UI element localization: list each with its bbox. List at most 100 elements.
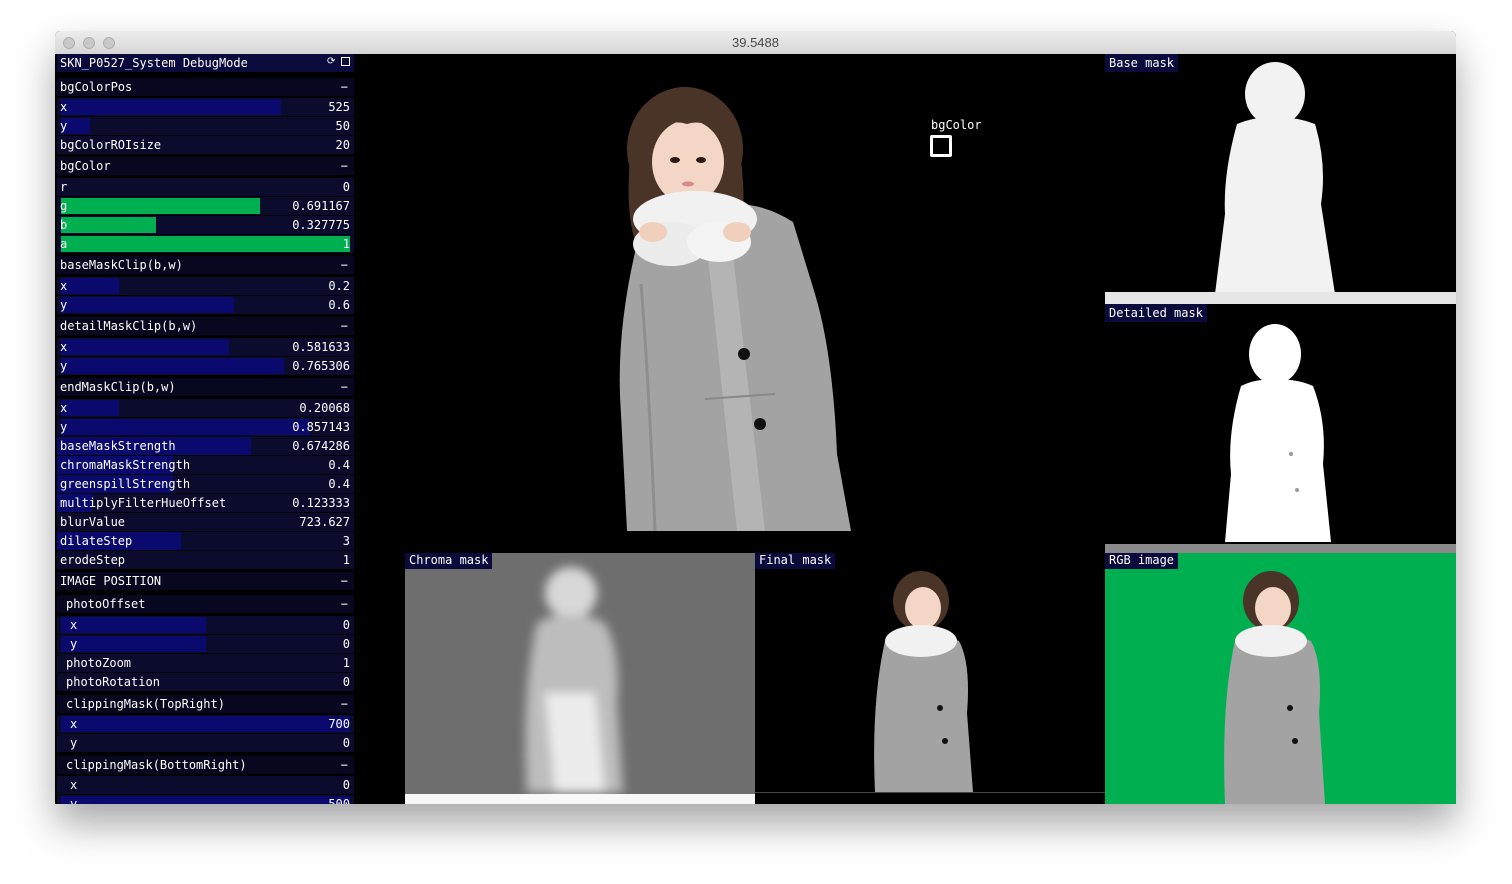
app-window: 39.5488 SKN_P0527_System DebugMode ⟳ bgC… <box>55 31 1456 804</box>
param-label: y <box>60 359 68 373</box>
slider-fill <box>61 339 229 355</box>
base-mask-image <box>1105 62 1456 304</box>
slider-fill <box>61 796 350 804</box>
gui-group-clippingmask-bottomright[interactable]: clippingMask(BottomRight) − <box>57 756 354 774</box>
param-label: y <box>60 119 68 133</box>
param-label: endMaskClip(b,w) <box>60 380 176 394</box>
rgb-image-panel: RGB image <box>1105 553 1456 804</box>
gui-param-x[interactable]: x 525 <box>57 98 354 116</box>
gui-param-photozoom[interactable]: photoZoom 1 <box>57 654 354 672</box>
gui-param-basemaskstrength[interactable]: baseMaskStrength 0.674286 <box>57 437 354 455</box>
gui-param-bgcolorroisize[interactable]: bgColorROIsize 20 <box>57 136 354 154</box>
gui-group-photooffset[interactable]: photoOffset − <box>57 595 354 613</box>
detailed-mask-panel: Detailed mask <box>1105 304 1456 544</box>
param-label: bgColorROIsize <box>60 138 162 152</box>
gui-param-a[interactable]: a1 <box>57 235 354 253</box>
base-mask-panel: Base mask <box>1105 54 1456 304</box>
gui-param-y[interactable]: y0 <box>57 635 354 653</box>
gui-param-y[interactable]: y 50 <box>57 117 354 135</box>
param-value: 3 <box>342 534 350 548</box>
bgcolor-roi-box[interactable] <box>930 135 952 157</box>
window-title: 39.5488 <box>732 35 779 50</box>
bgcolor-marker-label: bgColor <box>931 118 982 132</box>
gui-group-clippingmask-topright[interactable]: clippingMask(TopRight) − <box>57 695 354 713</box>
gui-param-y[interactable]: y 0.765306 <box>57 357 354 375</box>
param-label: erodeStep <box>60 553 126 567</box>
main-image-view <box>405 54 1105 532</box>
param-value: 700 <box>328 717 350 731</box>
collapse-toggle[interactable]: − <box>341 80 348 94</box>
param-label: greenspillStrength <box>60 477 191 491</box>
gui-group-endmaskclip-b-w[interactable]: endMaskClip(b,w) − <box>57 378 354 396</box>
param-label: x <box>70 717 78 731</box>
gui-param-x[interactable]: x 0.20068 <box>57 399 354 417</box>
collapse-toggle[interactable]: − <box>341 258 348 272</box>
gui-group-basemaskclip-b-w[interactable]: baseMaskClip(b,w) − <box>57 256 354 274</box>
gui-param-g[interactable]: g 0.691167 <box>57 197 354 215</box>
param-label: y <box>70 637 78 651</box>
param-value: 0 <box>342 637 350 651</box>
gui-param-x[interactable]: x 0.2 <box>57 277 354 295</box>
param-value: 1 <box>342 237 350 251</box>
gui-param-erodestep[interactable]: erodeStep 1 <box>57 551 354 569</box>
gui-param-r[interactable]: r0 <box>57 178 354 196</box>
gui-group-detailmaskclip-b-w[interactable]: detailMaskClip(b,w) − <box>57 317 354 335</box>
collapse-toggle[interactable]: − <box>341 159 348 173</box>
rgb-image-label: RGB image <box>1105 553 1179 569</box>
param-value: 0.6 <box>328 298 350 312</box>
param-label: photoRotation <box>66 675 160 689</box>
gui-param-x[interactable]: x0 <box>57 776 354 794</box>
detailed-mask-label: Detailed mask <box>1105 304 1207 322</box>
main-photo <box>619 87 851 532</box>
gui-param-y[interactable]: y0 <box>57 734 354 752</box>
debug-gui-panel: SKN_P0527_System DebugMode ⟳ bgColorPos −… <box>55 54 358 804</box>
gui-param-y[interactable]: y 0.857143 <box>57 418 354 436</box>
param-label: x <box>60 401 68 415</box>
slider-fill <box>61 99 281 115</box>
gui-group-image-position[interactable]: IMAGE POSITION − <box>57 572 354 590</box>
gui-param-blurvalue[interactable]: blurValue 723.627 <box>57 513 354 531</box>
gui-param-chromamaskstrength[interactable]: chromaMaskStrength 0.4 <box>57 456 354 474</box>
param-label: x <box>60 340 68 354</box>
gui-param-multiplyfilterhueoffset[interactable]: multiplyFilterHueOffset 0.123333 <box>57 494 354 512</box>
param-value: 0.2 <box>328 279 350 293</box>
param-label: y <box>60 420 68 434</box>
param-value: 0.581633 <box>292 340 350 354</box>
title-bar: 39.5488 <box>55 31 1456 55</box>
save-icon[interactable] <box>341 57 350 66</box>
gui-param-x[interactable]: x 0.581633 <box>57 338 354 356</box>
param-value: 0.20068 <box>299 401 350 415</box>
gui-group-bgcolor[interactable]: bgColor − <box>57 157 354 175</box>
gui-param-greenspillstrength[interactable]: greenspillStrength 0.4 <box>57 475 354 493</box>
final-mask-panel: Final mask <box>755 553 1105 804</box>
param-label: x <box>70 778 78 792</box>
collapse-toggle[interactable]: − <box>341 758 348 772</box>
param-value: 0.327775 <box>292 218 350 232</box>
reload-icon[interactable]: ⟳ <box>327 57 336 67</box>
slider-fill <box>61 198 260 214</box>
gui-param-x[interactable]: x0 <box>57 616 354 634</box>
detailed-mask-image <box>1225 324 1331 542</box>
collapse-toggle[interactable]: − <box>341 697 348 711</box>
gui-param-y[interactable]: y 500 <box>57 795 354 804</box>
gui-param-b[interactable]: b 0.327775 <box>57 216 354 234</box>
param-label: y <box>60 298 68 312</box>
param-label: IMAGE POSITION <box>60 574 162 588</box>
slider-fill <box>61 400 119 416</box>
collapse-toggle[interactable]: − <box>341 574 348 588</box>
param-label: blurValue <box>60 515 126 529</box>
collapse-toggle[interactable]: − <box>341 380 348 394</box>
gui-param-x[interactable]: x 700 <box>57 715 354 733</box>
param-value: 0 <box>342 736 350 750</box>
param-label: detailMaskClip(b,w) <box>60 319 198 333</box>
gui-param-dilatestep[interactable]: dilateStep 3 <box>57 532 354 550</box>
param-value: 1 <box>342 656 350 670</box>
gui-group-bgcolorpos[interactable]: bgColorPos − <box>57 78 354 96</box>
gui-param-photorotation[interactable]: photoRotation 0 <box>57 673 354 691</box>
chroma-mask-panel: Chroma mask <box>405 553 755 804</box>
collapse-toggle[interactable]: − <box>341 319 348 333</box>
param-value: 0 <box>342 618 350 632</box>
gui-param-y[interactable]: y 0.6 <box>57 296 354 314</box>
collapse-toggle[interactable]: − <box>341 597 348 611</box>
param-label: baseMaskStrength <box>60 439 176 453</box>
